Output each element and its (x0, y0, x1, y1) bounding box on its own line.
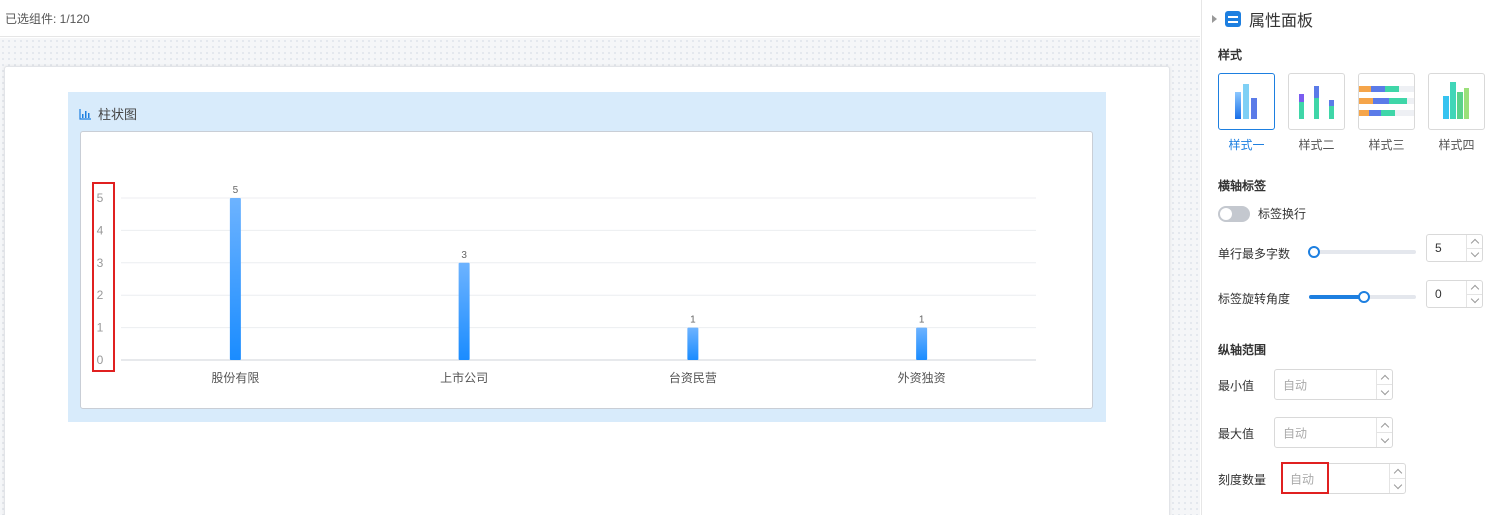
bar-chart-icon (79, 108, 91, 120)
y-axis-highlight-box (92, 182, 115, 372)
rotate-down-button[interactable] (1467, 295, 1482, 308)
style-option-3-label: 样式三 (1368, 138, 1405, 152)
x-tick-label: 股份有限 (211, 371, 259, 385)
top-bar: 已选组件: 1/120 (0, 0, 1200, 37)
bar (916, 327, 928, 360)
max-chars-slider-knob[interactable] (1308, 246, 1320, 258)
selected-count: 已选组件: 1/120 (5, 12, 90, 26)
chevron-down-icon (1380, 434, 1389, 443)
collapse-caret-icon[interactable] (1212, 15, 1217, 23)
style-option-2[interactable]: 样式二 (1288, 73, 1345, 153)
bar-data-label: 1 (690, 315, 696, 326)
wrap-label-row: 标签换行 (1218, 205, 1306, 222)
max-chars-slider[interactable] (1308, 246, 1416, 258)
style-option-3[interactable]: 样式三 (1358, 73, 1415, 153)
max-chars-value: 5 (1435, 241, 1442, 255)
chevron-down-icon (1470, 249, 1479, 258)
min-input[interactable]: 自动 (1274, 369, 1393, 400)
chart-area: 0 1 2 3 4 5 5 股份有限 3 上市公司 1 台资民营 1 外资独资 (80, 131, 1093, 409)
style-option-4-label: 样式四 (1438, 138, 1475, 152)
max-chars-label: 单行最多字数 (1218, 247, 1291, 261)
max-chars-input[interactable]: 5 (1426, 234, 1483, 262)
panel-title: 属性面板 (1249, 13, 1314, 30)
x-tick-label: 台资民营 (669, 370, 717, 385)
min-label: 最小值 (1218, 379, 1255, 393)
chevron-down-icon (1470, 295, 1479, 304)
max-chars-up-button[interactable] (1467, 235, 1482, 249)
sliders-icon (1225, 11, 1241, 27)
x-axis-section-label: 横轴标签 (1218, 179, 1267, 193)
chevron-down-icon (1380, 386, 1389, 395)
style-section-label: 样式 (1218, 48, 1243, 62)
y-axis-section-label: 纵轴范围 (1218, 343, 1267, 357)
max-down-button[interactable] (1377, 433, 1392, 447)
style-thumb-3 (1358, 73, 1415, 130)
style-option-4[interactable]: 样式四 (1428, 73, 1485, 153)
min-placeholder: 自动 (1283, 378, 1308, 392)
style-thumb-4 (1428, 73, 1485, 130)
bar (229, 198, 241, 360)
min-up-button[interactable] (1377, 370, 1392, 385)
widget-title-text: 柱状图 (98, 107, 138, 122)
bar-data-label: 5 (233, 185, 239, 196)
rotate-stepper (1466, 281, 1482, 307)
max-placeholder: 自动 (1283, 426, 1308, 440)
min-down-button[interactable] (1377, 385, 1392, 399)
bar-chart: 0123455股份有限3上市公司1台资民营1外资独资 (97, 185, 1036, 385)
bar-chart-widget[interactable]: 柱状图 0 1 2 3 4 5 5 股份有限 3 上市公司 1 台资民营 1 外资独资 (68, 92, 1106, 422)
tick-count-up-button[interactable] (1390, 464, 1405, 479)
rotate-slider[interactable] (1309, 291, 1416, 303)
style-3-preview-icon (1359, 86, 1414, 116)
wrap-label-toggle[interactable] (1218, 205, 1250, 222)
tick-count-highlight-box (1281, 462, 1329, 494)
style-4-preview-icon (1443, 82, 1469, 119)
chevron-up-icon (1380, 374, 1389, 383)
bar-data-label: 3 (461, 250, 467, 261)
style-1-preview-icon (1235, 84, 1257, 119)
chevron-down-icon (1393, 480, 1402, 489)
bar-data-label: 1 (919, 315, 925, 326)
chevron-up-icon (1380, 422, 1389, 431)
style-thumb-2 (1288, 73, 1345, 130)
widget-title: 柱状图 (79, 104, 137, 123)
style-thumb-1 (1218, 73, 1275, 130)
style-option-1[interactable]: 样式一 (1218, 73, 1275, 153)
style-options: 样式一 样式二 样式三 样式四 (1218, 73, 1485, 153)
chevron-up-icon (1470, 284, 1479, 293)
design-canvas[interactable]: 柱状图 0 1 2 3 4 5 5 股份有限 3 上市公司 1 台资民营 1 外资独资 (0, 38, 1200, 515)
style-option-2-label: 样式二 (1298, 138, 1335, 152)
rotate-label: 标签旋转角度 (1218, 292, 1291, 306)
max-chars-down-button[interactable] (1467, 249, 1482, 262)
max-up-button[interactable] (1377, 418, 1392, 433)
rotate-slider-knob[interactable] (1358, 291, 1370, 303)
panel-header[interactable]: 属性面板 (1212, 7, 1313, 31)
rotate-input[interactable]: 0 (1426, 280, 1483, 308)
style-2-preview-icon (1299, 86, 1334, 119)
rotate-value: 0 (1435, 287, 1442, 301)
max-input[interactable]: 自动 (1274, 417, 1393, 448)
bar (458, 262, 470, 360)
wrap-label-text: 标签换行 (1258, 207, 1307, 221)
rotate-up-button[interactable] (1467, 281, 1482, 295)
x-tick-label: 上市公司 (440, 370, 488, 385)
rotate-slider-fill (1309, 295, 1364, 299)
tick-count-down-button[interactable] (1390, 479, 1405, 493)
max-stepper (1376, 418, 1392, 447)
max-chars-stepper (1466, 235, 1482, 261)
property-panel: 属性面板 样式 样式一 样式二 样式三 样式四 横轴标签 标签换行 单行最多字数… (1201, 0, 1494, 515)
max-label: 最大值 (1218, 427, 1255, 441)
page-container: 柱状图 0 1 2 3 4 5 5 股份有限 3 上市公司 1 台资民营 1 外资独资 (4, 66, 1170, 515)
chevron-up-icon (1393, 468, 1402, 477)
bar (687, 327, 699, 360)
tick-count-stepper (1389, 464, 1405, 493)
chevron-up-icon (1470, 238, 1479, 247)
style-option-1-label: 样式一 (1228, 138, 1265, 152)
min-stepper (1376, 370, 1392, 399)
x-tick-label: 外资独资 (898, 371, 946, 385)
tick-count-label: 刻度数量 (1218, 473, 1267, 487)
